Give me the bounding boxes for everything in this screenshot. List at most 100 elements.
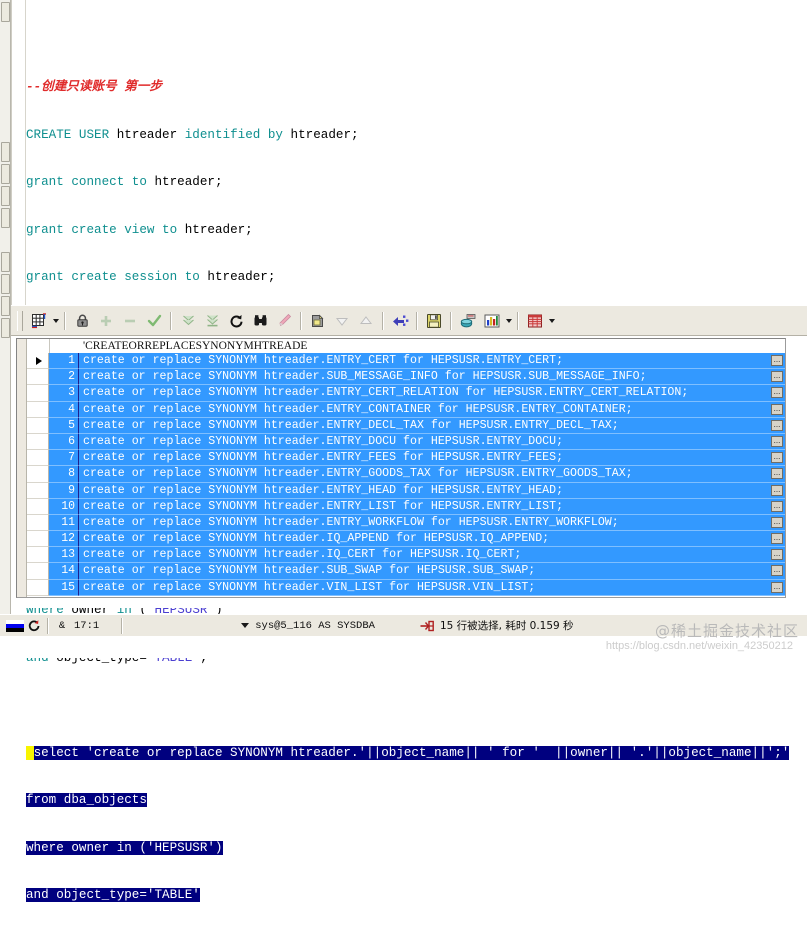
grid-rows[interactable]: 1 create or replace SYNONYM htreader.ENTR… — [27, 353, 785, 596]
lock-icon[interactable] — [71, 310, 93, 332]
row-indicator[interactable] — [27, 531, 49, 548]
row-sql-cell[interactable]: create or replace SYNONYM htreader.ENTRY… — [79, 433, 785, 451]
row-sql-cell[interactable]: create or replace SYNONYM htreader.ENTRY… — [79, 514, 785, 532]
table-row[interactable]: 4 create or replace SYNONYM htreader.ENTR… — [27, 401, 785, 418]
dock-tab-8[interactable] — [0, 296, 10, 316]
row-indicator[interactable] — [27, 369, 49, 386]
session-state-icon[interactable] — [24, 619, 42, 632]
results-grid-panel[interactable]: 'CREATEORREPLACESYNONYMHTREADE 1 create o… — [11, 336, 807, 608]
row-indicator[interactable] — [27, 450, 49, 467]
cell-ellipsis-button[interactable]: ... — [771, 371, 783, 383]
row-sql-cell[interactable]: create or replace SYNONYM htreader.ENTRY… — [79, 385, 785, 402]
row-sql-cell[interactable]: create or replace SYNONYM htreader.SUB_S… — [79, 563, 785, 580]
cell-ellipsis-button[interactable]: ... — [771, 468, 783, 480]
grid-body[interactable]: 'CREATEORREPLACESYNONYMHTREADE 1 create o… — [27, 339, 785, 597]
cell-ellipsis-button[interactable]: ... — [771, 565, 783, 577]
selected-sql-line-1: select 'create or replace SYNONYM htread… — [33, 745, 790, 760]
row-indicator[interactable] — [27, 401, 49, 418]
row-sql-cell[interactable]: create or replace SYNONYM htreader.ENTRY… — [79, 450, 785, 467]
left-dock-strip[interactable] — [0, 0, 11, 614]
cell-ellipsis-button[interactable]: ... — [771, 435, 783, 447]
table-row[interactable]: 14 create or replace SYNONYM htreader.SUB… — [27, 563, 785, 580]
selected-code-line: select 'create or replace SYNONYM htread… — [26, 745, 807, 762]
results-grid[interactable]: 'CREATEORREPLACESYNONYMHTREADE 1 create o… — [16, 338, 786, 598]
row-sql-cell[interactable]: create or replace SYNONYM htreader.IQ_AP… — [79, 531, 785, 548]
table-row[interactable]: 11 create or replace SYNONYM htreader.ENT… — [27, 514, 785, 532]
dock-tab-1[interactable] — [0, 2, 10, 22]
row-sql-cell[interactable]: create or replace SYNONYM htreader.ENTRY… — [79, 401, 785, 418]
minus-icon — [119, 310, 141, 332]
table-row[interactable]: 2 create or replace SYNONYM htreader.SUB_… — [27, 369, 785, 386]
chevron-down-icon[interactable] — [547, 310, 556, 332]
row-sql-cell[interactable]: create or replace SYNONYM htreader.ENTRY… — [79, 466, 785, 483]
cell-ellipsis-button[interactable]: ... — [771, 419, 783, 431]
dock-tab-7[interactable] — [0, 274, 10, 294]
table-row[interactable]: 10 create or replace SYNONYM htreader.ENT… — [27, 498, 785, 515]
table-row[interactable]: 1 create or replace SYNONYM htreader.ENTR… — [27, 353, 785, 370]
table-row[interactable]: 8 create or replace SYNONYM htreader.ENTR… — [27, 466, 785, 483]
row-indicator[interactable] — [27, 482, 49, 499]
cell-ellipsis-button[interactable]: ... — [771, 484, 783, 496]
table-row[interactable]: 3 create or replace SYNONYM htreader.ENTR… — [27, 385, 785, 402]
chart-icon[interactable] — [481, 310, 503, 332]
row-sql-cell[interactable]: create or replace SYNONYM htreader.ENTRY… — [79, 353, 785, 370]
cell-ellipsis-button[interactable]: ... — [771, 452, 783, 464]
table-icon[interactable] — [524, 310, 546, 332]
cell-ellipsis-button[interactable]: ... — [771, 549, 783, 561]
chevron-down-icon[interactable] — [51, 310, 60, 332]
toolbar-grip[interactable] — [17, 310, 23, 331]
cell-ellipsis-button[interactable]: ... — [771, 581, 783, 593]
row-indicator[interactable] — [27, 547, 49, 564]
table-row[interactable]: 7 create or replace SYNONYM htreader.ENTR… — [27, 450, 785, 467]
dock-tab-5[interactable] — [0, 208, 10, 228]
cell-ellipsis-button[interactable]: ... — [771, 403, 783, 415]
sql-source-text[interactable]: --创建只读账号 第一步 CREATE USER htreader identi… — [26, 0, 807, 903]
table-row[interactable]: 9 create or replace SYNONYM htreader.ENTR… — [27, 482, 785, 499]
sql-editor-pane[interactable]: --创建只读账号 第一步 CREATE USER htreader identi… — [11, 0, 807, 903]
row-indicator[interactable] — [27, 433, 49, 451]
refresh-icon[interactable] — [225, 310, 247, 332]
table-row[interactable]: 13 create or replace SYNONYM htreader.IQ_… — [27, 547, 785, 564]
copy-icon[interactable] — [307, 310, 329, 332]
save-icon[interactable] — [423, 310, 445, 332]
code-line: grant create view to htreader; — [26, 223, 807, 239]
row-sql-cell[interactable]: create or replace SYNONYM htreader.VIN_L… — [79, 579, 785, 596]
dock-tab-2[interactable] — [0, 142, 10, 162]
explain-plan-icon[interactable] — [457, 310, 479, 332]
row-sql-cell[interactable]: create or replace SYNONYM htreader.ENTRY… — [79, 417, 785, 434]
cell-ellipsis-button[interactable]: ... — [771, 516, 783, 528]
row-indicator[interactable] — [27, 563, 49, 580]
cell-ellipsis-button[interactable]: ... — [771, 387, 783, 399]
row-indicator[interactable] — [27, 498, 49, 515]
row-sql-cell[interactable]: create or replace SYNONYM htreader.ENTRY… — [79, 498, 785, 515]
table-row[interactable]: 5 create or replace SYNONYM htreader.ENTR… — [27, 417, 785, 434]
export-icon[interactable] — [389, 310, 411, 332]
row-sql-cell[interactable]: create or replace SYNONYM htreader.IQ_CE… — [79, 547, 785, 564]
row-sql-cell[interactable]: create or replace SYNONYM htreader.SUB_M… — [79, 369, 785, 386]
row-indicator[interactable] — [27, 385, 49, 402]
table-row[interactable]: 15 create or replace SYNONYM htreader.VIN… — [27, 579, 785, 596]
results-toolbar[interactable] — [11, 305, 807, 336]
row-sql-cell[interactable]: create or replace SYNONYM htreader.ENTRY… — [79, 482, 785, 499]
cell-ellipsis-button[interactable]: ... — [771, 533, 783, 545]
dock-tab-3[interactable] — [0, 164, 10, 184]
binoculars-icon[interactable] — [249, 310, 271, 332]
current-row-indicator[interactable] — [27, 353, 49, 370]
row-indicator[interactable] — [27, 579, 49, 596]
table-row[interactable]: 12 create or replace SYNONYM htreader.IQ_… — [27, 531, 785, 548]
row-indicator[interactable] — [27, 514, 49, 532]
grid-layout-icon[interactable] — [28, 310, 50, 332]
cell-ellipsis-button[interactable]: ... — [771, 500, 783, 512]
cell-ellipsis-button[interactable]: ... — [771, 355, 783, 366]
chevron-down-icon[interactable] — [504, 310, 513, 332]
table-row[interactable]: 6 create or replace SYNONYM htreader.ENTR… — [27, 433, 785, 451]
dock-tab-9[interactable] — [0, 318, 10, 338]
grid-header-row[interactable]: 'CREATEORREPLACESYNONYMHTREADE — [27, 339, 785, 353]
dock-tab-4[interactable] — [0, 186, 10, 206]
dock-tab-6[interactable] — [0, 252, 10, 272]
connection-info[interactable]: sys@5_116 AS SYSDBA — [255, 620, 375, 632]
row-indicator[interactable] — [27, 466, 49, 483]
row-indicator[interactable] — [27, 417, 49, 434]
column-header-expression[interactable]: 'CREATEORREPLACESYNONYMHTREADE — [80, 339, 785, 353]
chevron-down-icon[interactable] — [238, 623, 252, 628]
